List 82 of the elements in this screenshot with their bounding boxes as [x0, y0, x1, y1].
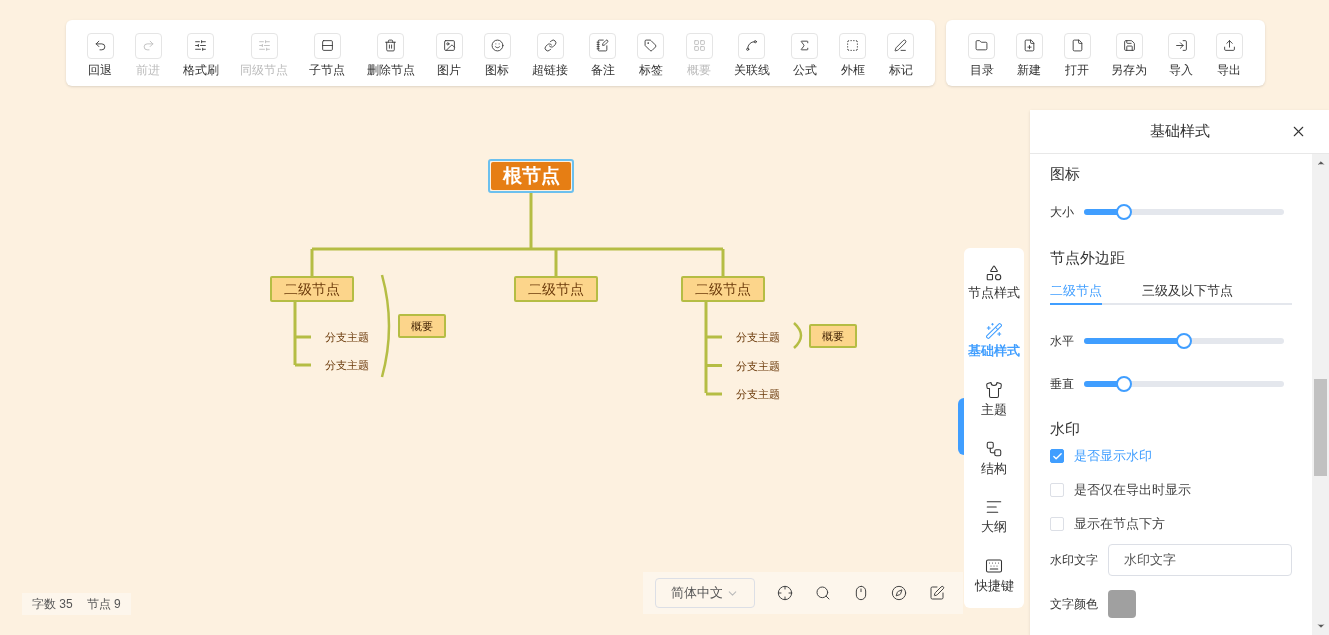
scroll-up-icon[interactable] — [1315, 158, 1326, 168]
keyboard-icon — [985, 557, 1003, 576]
compass-icon[interactable] — [891, 585, 907, 601]
export-icon — [1222, 39, 1236, 52]
toolbar-button[interactable]: 删除节点 — [364, 32, 417, 76]
sliders-icon — [194, 39, 208, 52]
image-icon — [442, 39, 456, 52]
slider-handle[interactable] — [1116, 376, 1132, 392]
summary-bracket — [793, 322, 803, 349]
pen-icon — [894, 39, 908, 52]
slider-handle[interactable] — [1116, 204, 1132, 220]
folder-icon — [975, 39, 989, 52]
slider[interactable] — [1084, 333, 1284, 349]
new-file-icon — [1023, 39, 1036, 52]
note-icon — [596, 39, 610, 52]
save-icon — [1122, 39, 1136, 52]
side-nav-item[interactable]: 主题 — [981, 381, 1007, 417]
toolbar-button[interactable]: 另存为 — [1109, 32, 1150, 76]
link-icon — [543, 39, 557, 52]
smiley-icon — [490, 39, 504, 52]
checkbox-label: 是否仅在导出时显示 — [1074, 481, 1191, 500]
slider-label: 水平 — [1050, 333, 1074, 350]
watermark-text-field[interactable]: 水印文字 — [1108, 544, 1292, 576]
side-nav-item[interactable]: 大纲 — [981, 498, 1007, 534]
side-nav-item[interactable]: 节点样式 — [968, 263, 1020, 299]
panel-title: 基础样式 — [1149, 121, 1210, 142]
topic-node[interactable]: 分支主题 — [736, 385, 780, 403]
side-nav-item[interactable]: 快捷键 — [974, 557, 1014, 593]
magic-wand-icon — [985, 322, 1003, 341]
section-title: 节点外边距 — [1050, 248, 1126, 267]
section-title: 水印 — [1050, 419, 1081, 438]
tag-icon — [644, 39, 658, 52]
panel-collapse-handle[interactable] — [958, 398, 964, 455]
topic-node[interactable]: 分支主题 — [736, 328, 780, 346]
scrollbar-track[interactable] — [1312, 154, 1329, 635]
checkbox-label: 显示在节点下方 — [1074, 515, 1165, 534]
topic-node[interactable]: 分支主题 — [736, 357, 780, 374]
connector-icon — [745, 39, 759, 52]
section-title: 图标 — [1050, 164, 1081, 183]
branch-node[interactable]: 二级节点 — [681, 276, 765, 302]
status-text: 字数 35 — [32, 596, 73, 613]
toolbar-button[interactable]: 子节点 — [307, 32, 348, 76]
hierarchy-icon — [985, 439, 1003, 458]
field-label: 文字颜色 — [1050, 596, 1098, 613]
mouse-icon[interactable] — [853, 585, 869, 601]
scrollbar-thumb[interactable] — [1314, 379, 1327, 476]
trash-icon — [384, 39, 398, 52]
edit-icon[interactable] — [929, 585, 945, 601]
toolbar-button[interactable]: 关联线 — [731, 32, 772, 76]
slider-handle[interactable] — [1176, 333, 1192, 349]
shirt-icon — [985, 381, 1003, 400]
import-icon — [1174, 39, 1188, 52]
color-swatch[interactable] — [1108, 590, 1136, 618]
crosshair-icon[interactable] — [777, 585, 793, 601]
language-select[interactable]: 简体中文 — [655, 578, 755, 608]
side-nav-item[interactable]: 结构 — [981, 439, 1007, 475]
checkbox[interactable] — [1050, 449, 1064, 463]
slider-label: 垂直 — [1050, 376, 1074, 393]
shape-icon — [985, 263, 1003, 282]
branch-node[interactable]: 二级节点 — [270, 276, 354, 302]
tab[interactable]: 三级及以下节点 — [1142, 279, 1233, 305]
topic-node[interactable]: 分支主题 — [325, 328, 369, 346]
toolbar-button[interactable]: 超链接 — [530, 32, 571, 76]
sliders-icon — [257, 39, 271, 52]
checkbox-label: 是否显示水印 — [1074, 447, 1152, 466]
frame-icon — [846, 39, 860, 52]
redo-icon — [141, 39, 155, 52]
scroll-down-icon[interactable] — [1315, 621, 1326, 631]
field-label: 水印文字 — [1050, 552, 1098, 569]
slider[interactable] — [1084, 376, 1284, 392]
branch-node[interactable]: 二级节点 — [514, 276, 598, 302]
summary-node[interactable]: 概要 — [809, 324, 857, 348]
grid-icon — [692, 39, 706, 52]
toolbar-button[interactable]: 格式刷 — [180, 32, 221, 76]
status-text: 节点 9 — [86, 596, 121, 613]
topic-node[interactable]: 分支主题 — [325, 356, 369, 374]
file-icon — [1070, 39, 1084, 52]
search-icon[interactable] — [815, 585, 831, 601]
slider-label: 大小 — [1050, 204, 1074, 221]
slider[interactable] — [1084, 204, 1284, 220]
summary-node[interactable]: 概要 — [398, 314, 446, 338]
undo-icon — [93, 39, 107, 52]
